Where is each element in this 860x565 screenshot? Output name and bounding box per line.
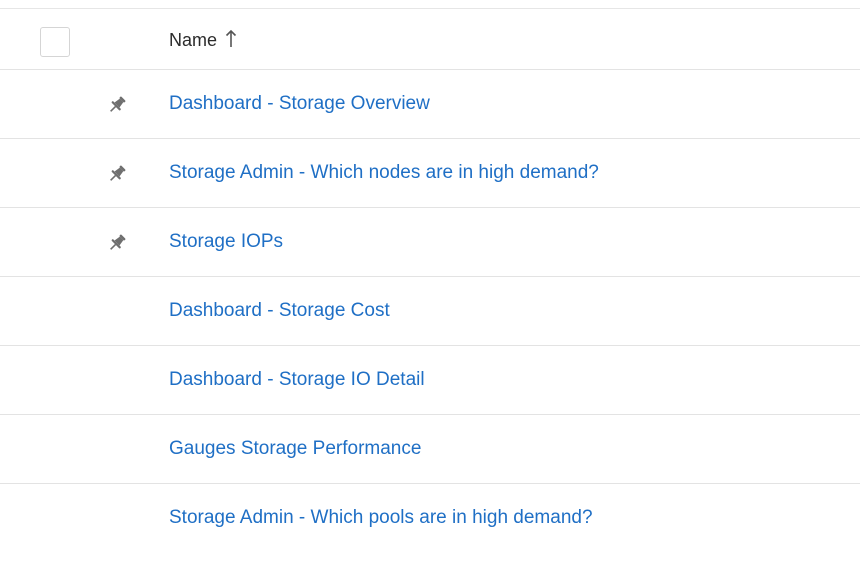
table-row: Storage Admin - Which pools are in high … xyxy=(0,484,860,553)
dashboard-link[interactable]: Dashboard - Storage Cost xyxy=(169,300,390,322)
dashboard-link[interactable]: Storage Admin - Which pools are in high … xyxy=(169,507,593,529)
pin-icon[interactable] xyxy=(105,231,129,255)
dashboard-link[interactable]: Storage Admin - Which nodes are in high … xyxy=(169,162,599,184)
table-row: Storage IOPs xyxy=(0,208,860,277)
pin-icon[interactable] xyxy=(105,162,129,186)
table-header-row: Name xyxy=(0,9,860,70)
dashboard-link[interactable]: Storage IOPs xyxy=(169,231,283,253)
table-row: Storage Admin - Which nodes are in high … xyxy=(0,139,860,208)
table-row: Dashboard - Storage Overview xyxy=(0,70,860,139)
select-all-checkbox[interactable] xyxy=(40,27,70,57)
sort-ascending-icon xyxy=(225,28,237,48)
table-row: Dashboard - Storage Cost xyxy=(0,277,860,346)
dashboard-link[interactable]: Gauges Storage Performance xyxy=(169,438,421,460)
name-column-header[interactable]: Name xyxy=(169,28,237,51)
table-row: Dashboard - Storage IO Detail xyxy=(0,346,860,415)
dashboard-link[interactable]: Dashboard - Storage Overview xyxy=(169,93,430,115)
pin-icon[interactable] xyxy=(105,93,129,117)
name-column-label: Name xyxy=(169,30,218,50)
dashboards-table: Name Dashboard - Storage Overview Storag… xyxy=(0,8,860,553)
dashboard-link[interactable]: Dashboard - Storage IO Detail xyxy=(169,369,425,391)
table-row: Gauges Storage Performance xyxy=(0,415,860,484)
